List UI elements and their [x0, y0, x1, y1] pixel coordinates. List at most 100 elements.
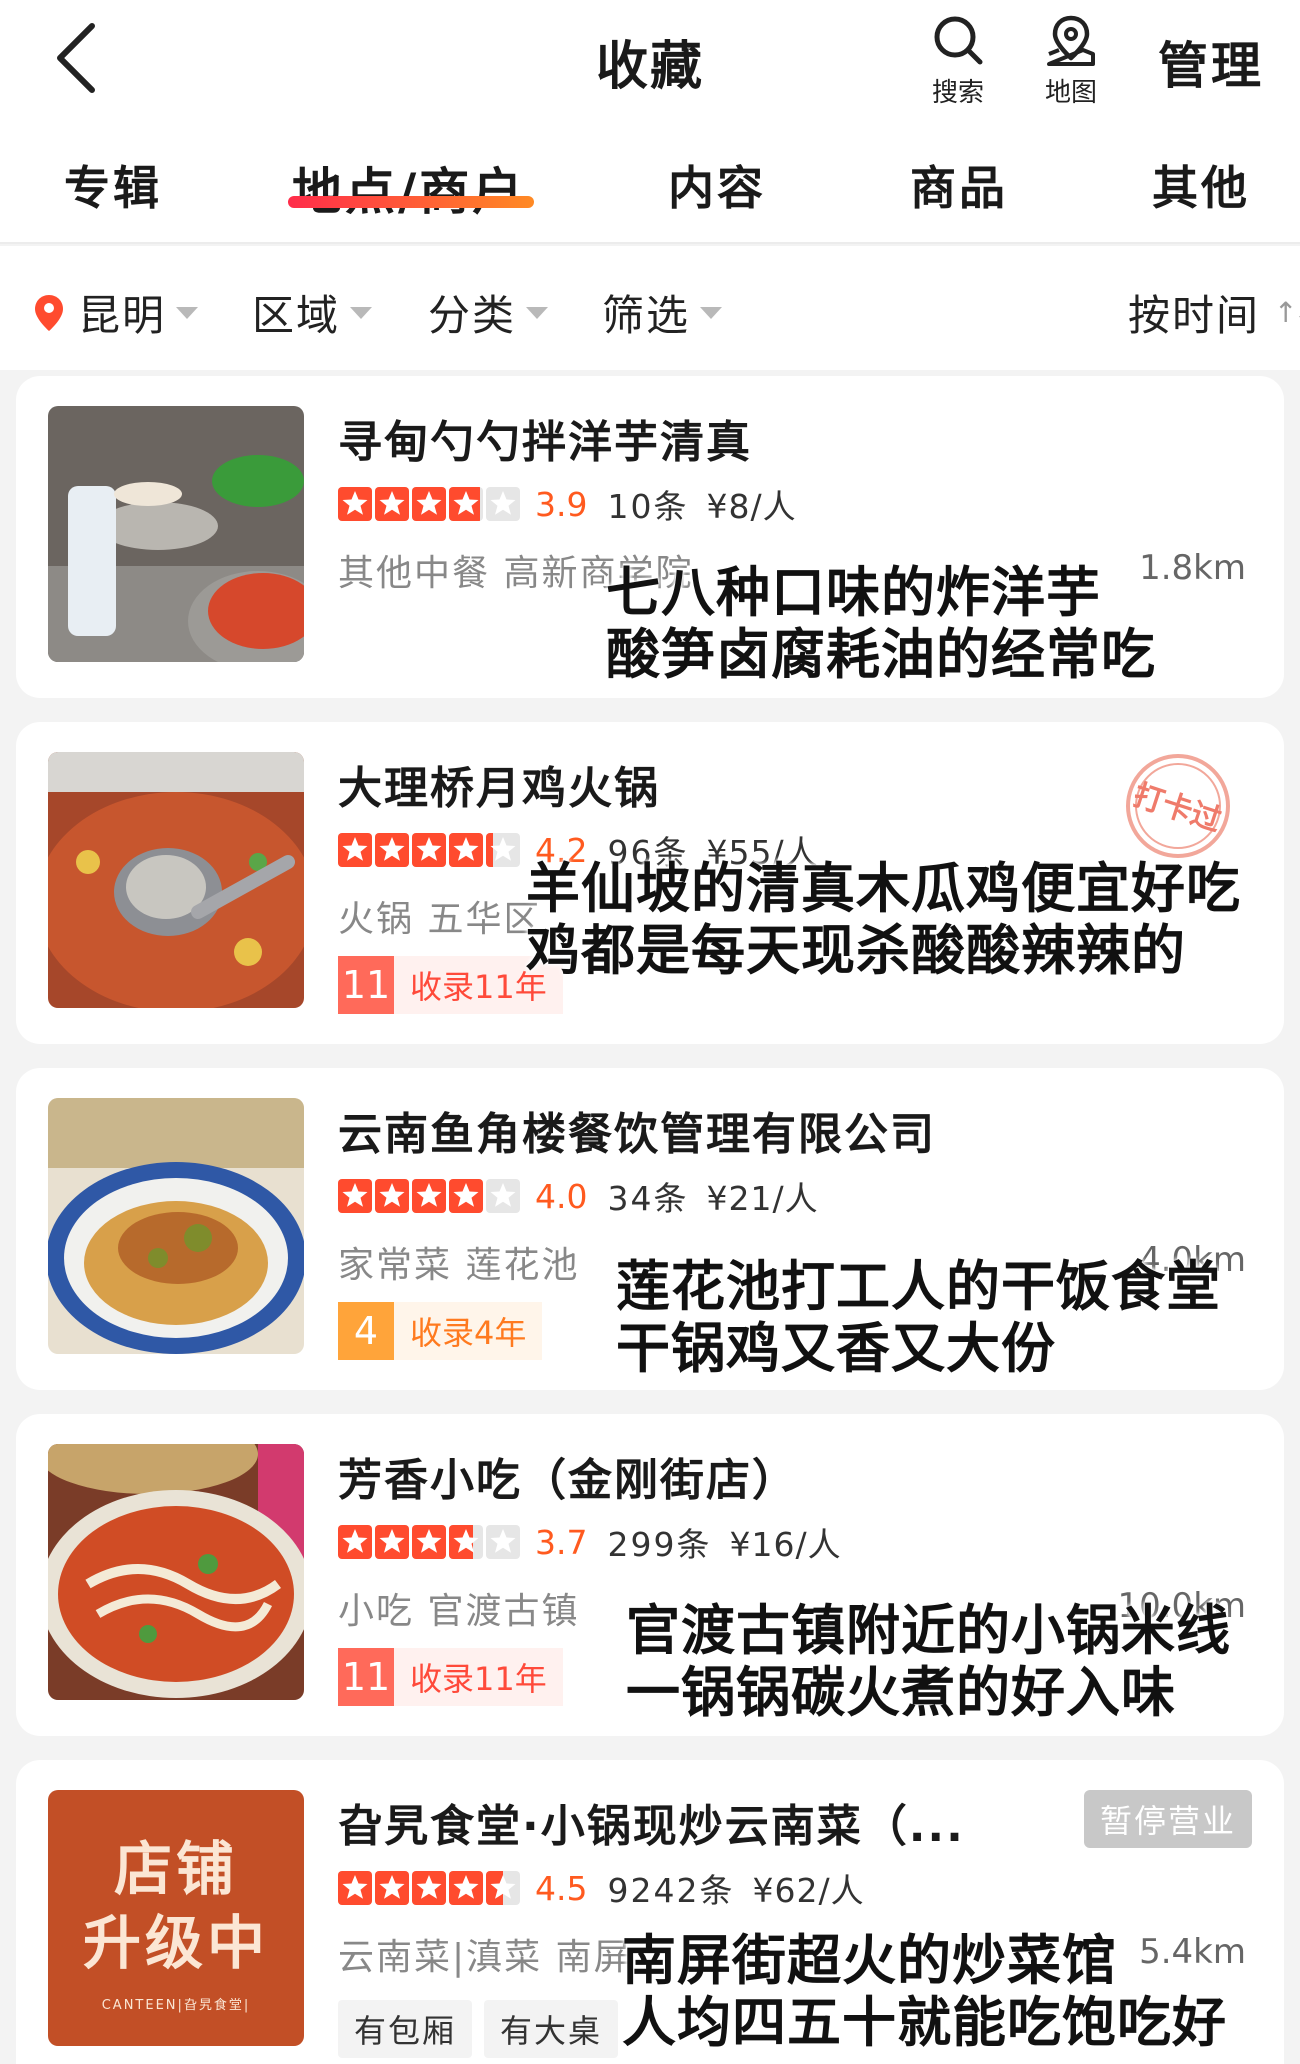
tab-others[interactable]: 其他 — [1152, 152, 1250, 218]
shop-photo — [48, 752, 304, 1008]
sort-filter[interactable]: 按时间 ↑↓ — [1128, 282, 1300, 343]
rating-row: 3.7 299条 ¥16/人 — [338, 1518, 842, 1566]
search-button[interactable]: 搜索 — [903, 12, 1013, 109]
location-pin-icon — [35, 294, 63, 331]
rating-score: 3.9 — [535, 484, 588, 524]
favorite-card[interactable]: 云南鱼角楼餐饮管理有限公司 4.0 34条 ¥21/人 家常菜 莲花池 4.0k… — [16, 1068, 1284, 1390]
shop-upgrading-line: 店铺 — [113, 1834, 238, 1903]
checked-in-stamp-icon: 打卡过 — [1126, 754, 1230, 858]
star-icon — [338, 1525, 372, 1559]
star-icon — [486, 833, 520, 867]
tab-albums[interactable]: 专辑 — [64, 152, 162, 218]
dropdown-caret-icon — [176, 306, 199, 319]
map-pin-icon — [1047, 15, 1095, 66]
shop-name: 寻甸勺勺拌洋芋清真 — [338, 417, 752, 468]
price-per-person: ¥62/人 — [752, 1871, 865, 1910]
star-icon — [375, 487, 409, 521]
review-count: 10条 — [607, 487, 689, 526]
price-per-person: ¥8/人 — [706, 487, 797, 526]
rating-row: 4.5 9242条 ¥62/人 — [338, 1864, 865, 1912]
user-note: 羊仙坡的清真木瓜鸡便宜好吃 鸡都是每天现杀酸酸辣辣的 — [526, 858, 1241, 982]
rating-row: 4.0 34条 ¥21/人 — [338, 1172, 819, 1220]
favorite-card[interactable]: 店铺 升级中 CANTEEN|旮旯食堂| 旮旯食堂·小锅现炒云南菜（... 暂停… — [16, 1760, 1284, 2064]
category-label: 分类 — [428, 291, 517, 340]
sort-label: 按时间 — [1128, 291, 1261, 340]
user-note: 七八种口味的炸洋芋 酸笋卤腐耗油的经常吃 — [606, 562, 1156, 686]
shop-photo — [48, 406, 304, 662]
manage-button[interactable]: 管理 — [1158, 26, 1264, 98]
closed-badge: 暂停营业 — [1083, 1790, 1252, 1848]
star-icon — [412, 833, 446, 867]
review-count: 299条 — [607, 1525, 712, 1564]
star-icon — [449, 833, 483, 867]
city-filter[interactable]: 昆明 — [34, 282, 199, 343]
screen-filter[interactable]: 筛选 — [602, 282, 723, 343]
star-icon — [412, 1525, 446, 1559]
price-per-person: ¥16/人 — [729, 1525, 842, 1564]
collected-years-number: 11 — [338, 956, 394, 1014]
search-label: 搜索 — [931, 78, 984, 108]
star-icon — [486, 1525, 520, 1559]
review-count: 9242条 — [607, 1871, 735, 1910]
category-location: 小吃 官渡古镇 — [338, 1591, 580, 1632]
shop-name: 芳香小吃（金刚街店） — [338, 1455, 798, 1506]
shop-photo — [48, 1098, 304, 1354]
note-line: 酸笋卤腐耗油的经常吃 — [606, 623, 1156, 686]
note-line: 羊仙坡的清真木瓜鸡便宜好吃 — [526, 857, 1241, 920]
map-button[interactable]: 地图 — [1016, 12, 1126, 109]
rating-row: 3.9 10条 ¥8/人 — [338, 480, 797, 528]
collected-years-number: 4 — [338, 1302, 394, 1360]
star-icon — [449, 1525, 483, 1559]
star-rating — [338, 1871, 523, 1905]
tab-content[interactable]: 内容 — [668, 152, 766, 218]
star-icon — [486, 1871, 520, 1905]
star-rating — [338, 1525, 523, 1559]
active-tab-indicator — [288, 196, 534, 208]
shop-name: 大理桥月鸡火锅 — [338, 763, 660, 814]
screen-label: 筛选 — [602, 291, 691, 340]
star-rating — [338, 487, 523, 521]
search-icon — [934, 16, 983, 65]
header: 收藏 搜索 地图 管理 — [0, 0, 1300, 122]
shop-name: 旮旯食堂·小锅现炒云南菜（... — [338, 1801, 965, 1852]
star-icon — [486, 1179, 520, 1213]
note-line: 人均四五十就能吃饱吃好 — [622, 1991, 1227, 2054]
star-icon — [338, 1179, 372, 1213]
shop-photo: 店铺 升级中 CANTEEN|旮旯食堂| — [48, 1790, 304, 2046]
note-line: 官渡古镇附近的小锅米线 — [626, 1599, 1231, 1662]
star-icon — [338, 1871, 372, 1905]
map-label: 地图 — [1044, 78, 1097, 108]
star-icon — [338, 833, 372, 867]
star-icon — [375, 1871, 409, 1905]
favorite-card[interactable]: 芳香小吃（金刚街店） 3.7 299条 ¥16/人 小吃 官渡古镇 10.0km… — [16, 1414, 1284, 1736]
review-count: 34条 — [607, 1179, 689, 1218]
favorite-card[interactable]: 寻甸勺勺拌洋芋清真 3.9 10条 ¥8/人 其他中餐 高新商学院 1.8km … — [16, 376, 1284, 698]
category-filter[interactable]: 分类 — [428, 282, 549, 343]
note-line: 莲花池打工人的干饭食堂 — [616, 1255, 1221, 1318]
star-rating — [338, 833, 523, 867]
feature-tag: 有大桌 — [484, 2000, 619, 2058]
star-icon — [449, 487, 483, 521]
star-icon — [375, 833, 409, 867]
rating-score: 3.7 — [535, 1522, 588, 1562]
star-icon — [412, 487, 446, 521]
star-icon — [412, 1179, 446, 1213]
tab-places[interactable]: 地点/商户 — [292, 152, 525, 224]
note-line: 鸡都是每天现杀酸酸辣辣的 — [526, 919, 1186, 982]
category-location: 云南菜|滇菜 南屏 — [338, 1937, 632, 1978]
star-icon — [449, 1179, 483, 1213]
user-note: 莲花池打工人的干饭食堂 干锅鸡又香又大份 — [616, 1256, 1221, 1380]
star-icon — [449, 1871, 483, 1905]
collected-badge: 4 收录4年 — [338, 1302, 543, 1360]
star-icon — [338, 487, 372, 521]
favorite-card[interactable]: 大理桥月鸡火锅 4.2 96条 ¥55/人 火锅 五华区 11 收录11年 打卡… — [16, 722, 1284, 1044]
collected-years-text: 收录11年 — [410, 1660, 547, 1698]
note-line: 南屏街超火的炒菜馆 — [622, 1929, 1117, 1992]
star-icon — [486, 487, 520, 521]
tab-products[interactable]: 商品 — [910, 152, 1008, 218]
user-note: 南屏街超火的炒菜馆 人均四五十就能吃饱吃好 — [622, 1930, 1227, 2054]
rating-score: 4.5 — [535, 1868, 588, 1908]
sort-arrows-icon: ↑↓ — [1274, 296, 1300, 329]
area-filter[interactable]: 区域 — [252, 282, 373, 343]
dropdown-caret-icon — [700, 306, 723, 319]
